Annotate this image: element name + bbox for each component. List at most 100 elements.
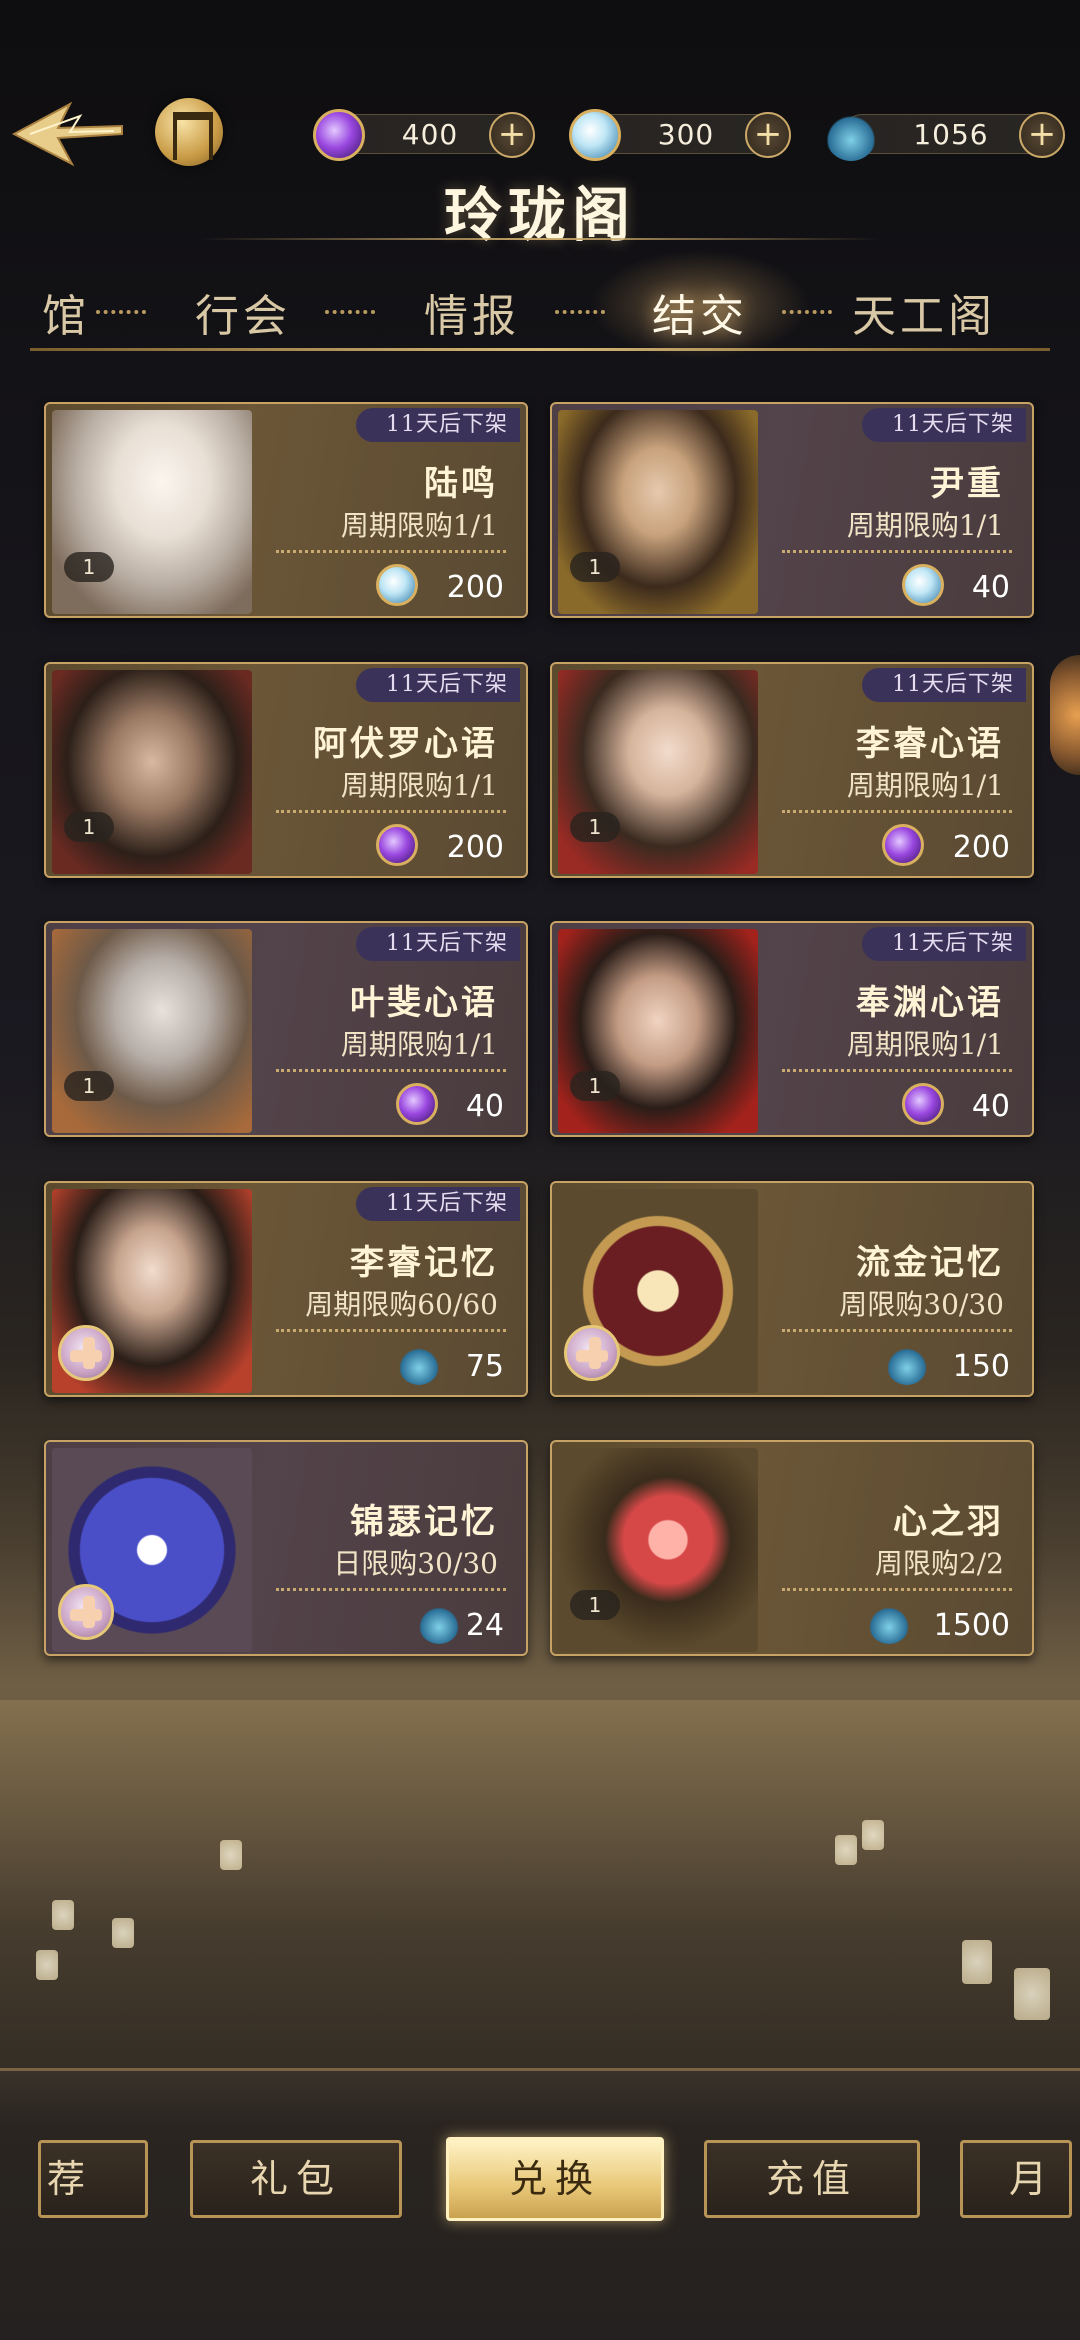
purchase-limit: 周限购2/2 (874, 1547, 1004, 1580)
item-name: 陆鸣 (424, 464, 498, 504)
lantern-decoration (962, 1940, 992, 1984)
currency-value: 300 (657, 117, 715, 151)
item-price: 1500 (933, 1608, 1010, 1643)
item-portrait (558, 670, 758, 874)
purchase-limit: 周期限购1/1 (340, 769, 498, 802)
item-portrait (52, 929, 252, 1133)
currency-blue: 300 + (569, 109, 791, 161)
card-divider (782, 1329, 1012, 1332)
card-divider (276, 1329, 506, 1332)
quantity-badge: 1 (64, 552, 114, 582)
tab-tiangong[interactable]: 天工阁 (852, 280, 996, 344)
card-divider (782, 1588, 1012, 1591)
tab-separator (325, 310, 375, 314)
back-arrow-icon[interactable] (10, 98, 125, 170)
shop-item-card[interactable]: 锦瑟记忆 日限购30/30 24 (44, 1440, 528, 1656)
expiry-tag: 11天后下架 (356, 668, 520, 702)
item-name: 叶斐心语 (350, 983, 498, 1023)
quantity-badge: 1 (64, 1071, 114, 1101)
tab-guan[interactable]: 馆 (42, 280, 90, 344)
item-name: 李睿心语 (856, 724, 1004, 764)
card-divider (782, 1069, 1012, 1072)
card-divider (782, 550, 1012, 553)
expiry-tag: 11天后下架 (356, 1187, 520, 1221)
purple-gem-icon (313, 109, 365, 161)
item-portrait (52, 670, 252, 874)
blue-pearl-icon (376, 564, 418, 606)
card-divider (782, 810, 1012, 813)
shop-item-card[interactable]: 流金记忆 周限购30/30 150 (550, 1181, 1034, 1397)
nav-exchange[interactable]: 兑换 (446, 2137, 664, 2221)
card-divider (276, 810, 506, 813)
lantern-decoration (835, 1835, 857, 1865)
tab-intel[interactable]: 情报 (424, 280, 520, 344)
item-name: 阿伏罗心语 (313, 724, 498, 764)
tab-separator (555, 310, 605, 314)
shop-item-card[interactable]: 1 11天后下架 李睿心语 周期限购1/1 200 (550, 662, 1034, 878)
item-price: 150 (952, 1349, 1010, 1384)
lake-scenery (0, 1700, 1080, 2080)
tab-befriend[interactable]: 结交 (652, 280, 748, 344)
nav-recommend[interactable]: 荐 (38, 2140, 148, 2218)
tab-guild[interactable]: 行会 (195, 280, 291, 344)
shop-item-card[interactable]: 1 11天后下架 阿伏罗心语 周期限购1/1 200 (44, 662, 528, 878)
title-divider (200, 238, 880, 240)
item-price: 40 (465, 1089, 504, 1124)
lantern-decoration (36, 1950, 58, 1980)
shop-item-card[interactable]: 1 11天后下架 奉渊心语 周期限购1/1 40 (550, 921, 1034, 1137)
tabs-underline (30, 348, 1050, 351)
currency-value: 400 (401, 117, 459, 151)
add-currency-button[interactable]: + (745, 112, 791, 158)
plus-badge-icon (564, 1325, 620, 1381)
lantern-decoration (220, 1840, 242, 1870)
item-portrait (52, 410, 252, 614)
pavilion-home-icon[interactable] (155, 98, 223, 166)
plus-badge-icon (58, 1325, 114, 1381)
shop-item-card[interactable]: 1 11天后下架 尹重 周期限购1/1 40 (550, 402, 1034, 618)
shop-item-card[interactable]: 1 心之羽 周限购2/2 1500 (550, 1440, 1034, 1656)
add-currency-button[interactable]: + (489, 112, 535, 158)
item-portrait (558, 1448, 758, 1652)
quantity-badge: 1 (570, 812, 620, 842)
currency-value: 1056 (913, 117, 989, 151)
currency-potion: 1056 + (825, 109, 1065, 161)
lantern-decoration (1014, 1968, 1050, 2020)
expiry-tag: 11天后下架 (862, 408, 1026, 442)
shop-item-card[interactable]: 1 11天后下架 陆鸣 周期限购1/1 200 (44, 402, 528, 618)
card-divider (276, 1069, 506, 1072)
item-name: 流金记忆 (856, 1243, 1004, 1283)
side-event-tab[interactable] (1050, 655, 1080, 775)
purchase-limit: 周期限购60/60 (305, 1288, 498, 1321)
item-portrait (558, 929, 758, 1133)
quantity-badge: 1 (570, 1590, 620, 1620)
nav-recharge[interactable]: 充值 (704, 2140, 920, 2218)
item-price: 40 (971, 1089, 1010, 1124)
item-price: 40 (971, 570, 1010, 605)
item-price: 75 (465, 1349, 504, 1384)
item-name: 锦瑟记忆 (350, 1502, 498, 1542)
card-divider (276, 1588, 506, 1591)
lantern-decoration (52, 1900, 74, 1930)
nav-monthly[interactable]: 月 (960, 2140, 1072, 2218)
purchase-limit: 周限购30/30 (839, 1288, 1004, 1321)
lantern-decoration (862, 1820, 884, 1850)
quantity-badge: 1 (570, 552, 620, 582)
expiry-tag: 11天后下架 (356, 927, 520, 961)
expiry-tag: 11天后下架 (862, 927, 1026, 961)
tab-separator (96, 310, 146, 314)
tab-separator (782, 310, 832, 314)
purple-gem-icon (376, 824, 418, 866)
item-price: 200 (446, 830, 504, 865)
add-currency-button[interactable]: + (1019, 112, 1065, 158)
shop-item-card[interactable]: 11天后下架 李睿记忆 周期限购60/60 75 (44, 1181, 528, 1397)
nav-gift-pack[interactable]: 礼包 (190, 2140, 402, 2218)
potion-bottle-icon (886, 1343, 928, 1385)
quantity-badge: 1 (570, 1071, 620, 1101)
item-name: 尹重 (930, 464, 1004, 504)
purple-gem-icon (396, 1083, 438, 1125)
shop-item-card[interactable]: 1 11天后下架 叶斐心语 周期限购1/1 40 (44, 921, 528, 1137)
purchase-limit: 周期限购1/1 (846, 769, 1004, 802)
item-name: 心之羽 (893, 1502, 1004, 1542)
tab-bar: 馆 行会 情报 结交 天工阁 (0, 280, 1080, 350)
blue-pearl-icon (569, 109, 621, 161)
